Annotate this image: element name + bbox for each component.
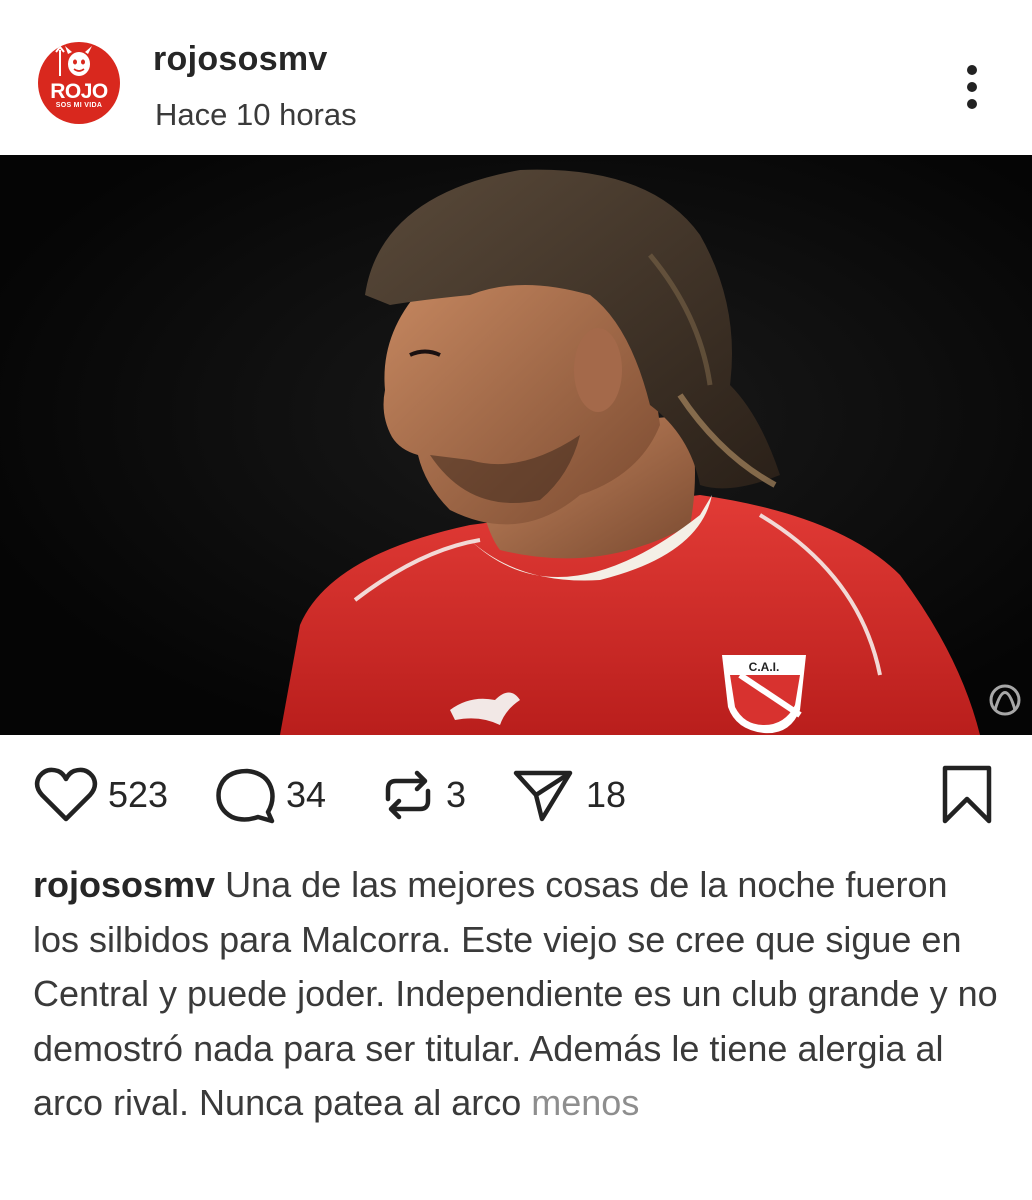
share-icon — [513, 770, 573, 822]
like-count: 523 — [108, 774, 169, 815]
jersey-badge-text: C.A.I. — [749, 660, 780, 674]
share-button[interactable]: 18 — [512, 765, 626, 825]
caption-username[interactable]: rojososmv — [33, 864, 215, 905]
post-timestamp: Hace 10 horas — [155, 97, 357, 132]
post-header: ROJO SOS MI VIDA rojososmv Hace 10 horas — [0, 0, 1032, 155]
post-username[interactable]: rojososmv — [153, 40, 328, 79]
avatar-subtitle: SOS MI VIDA — [55, 102, 103, 109]
bookmark-icon — [942, 765, 992, 824]
avatar-title: ROJO — [50, 80, 108, 103]
post-image[interactable]: C.A.I. — [0, 155, 1032, 735]
avatar[interactable]: ROJO SOS MI VIDA — [38, 42, 120, 124]
show-less-link[interactable]: menos — [531, 1082, 639, 1123]
bookmark-button[interactable] — [940, 765, 994, 830]
repost-icon — [385, 770, 431, 820]
repost-count: 3 — [446, 774, 467, 815]
player-photo: C.A.I. — [0, 155, 1032, 735]
comment-icon — [216, 768, 275, 824]
comment-button[interactable]: 34 — [214, 765, 326, 825]
like-button[interactable]: 523 — [34, 765, 168, 825]
repost-button[interactable]: 3 — [380, 765, 466, 825]
more-options-icon[interactable] — [960, 62, 984, 112]
comment-count: 34 — [286, 774, 327, 815]
heart-icon — [34, 767, 98, 822]
post-caption: rojososmv Una de las mejores cosas de la… — [33, 858, 1003, 1131]
share-count: 18 — [586, 774, 627, 815]
action-bar: 523 34 3 18 — [0, 735, 1032, 865]
